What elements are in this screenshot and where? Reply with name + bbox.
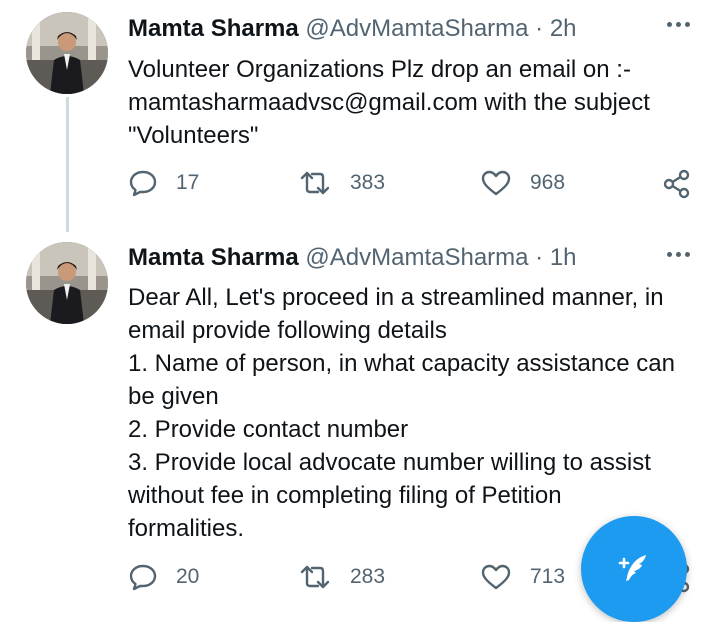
author-name[interactable]: Mamta Sharma — [128, 15, 299, 42]
reply-bubble-icon — [129, 564, 157, 591]
reply-count: 20 — [176, 565, 200, 588]
retweet-button[interactable]: 383 — [298, 169, 385, 197]
compose-tweet-button[interactable] — [581, 516, 687, 622]
retweet-icon — [300, 171, 330, 195]
reply-button[interactable]: 20 — [128, 563, 199, 591]
retweet-count: 283 — [350, 565, 386, 588]
heart-icon — [481, 170, 511, 196]
share-icon — [663, 169, 690, 199]
tweet-header: Mamta Sharma @AdvMamtaSharma · 1h — [128, 243, 577, 273]
retweet-count: 383 — [350, 171, 386, 194]
author-name[interactable]: Mamta Sharma — [128, 244, 299, 271]
avatar[interactable] — [26, 12, 108, 94]
retweet-icon — [300, 565, 330, 589]
like-count: 713 — [530, 565, 566, 588]
reply-button[interactable]: 17 — [128, 169, 199, 197]
reply-bubble-icon — [129, 170, 157, 197]
like-count: 968 — [530, 171, 566, 194]
author-handle-time[interactable]: @AdvMamtaSharma · 1h — [305, 244, 576, 271]
like-button[interactable]: 968 — [480, 169, 565, 197]
share-button[interactable] — [662, 169, 692, 199]
retweet-button[interactable]: 283 — [298, 563, 385, 591]
author-handle-time[interactable]: @AdvMamtaSharma · 2h — [305, 15, 576, 42]
heart-icon — [481, 564, 511, 590]
more-icon[interactable] — [667, 22, 690, 27]
avatar[interactable] — [26, 242, 108, 324]
reply-count: 17 — [176, 171, 200, 194]
tweet-text: Volunteer Organizations Plz drop an emai… — [128, 56, 650, 149]
more-icon[interactable] — [667, 252, 690, 257]
thread-connector-line — [66, 97, 69, 232]
compose-feather-icon — [618, 555, 646, 581]
like-button[interactable]: 713 — [480, 563, 565, 591]
tweet-text: Dear All, Let's proceed in a streamlined… — [128, 284, 675, 542]
tweet-actions: 17 383 968 — [128, 169, 700, 203]
tweet-header: Mamta Sharma @AdvMamtaSharma · 2h — [128, 14, 577, 44]
